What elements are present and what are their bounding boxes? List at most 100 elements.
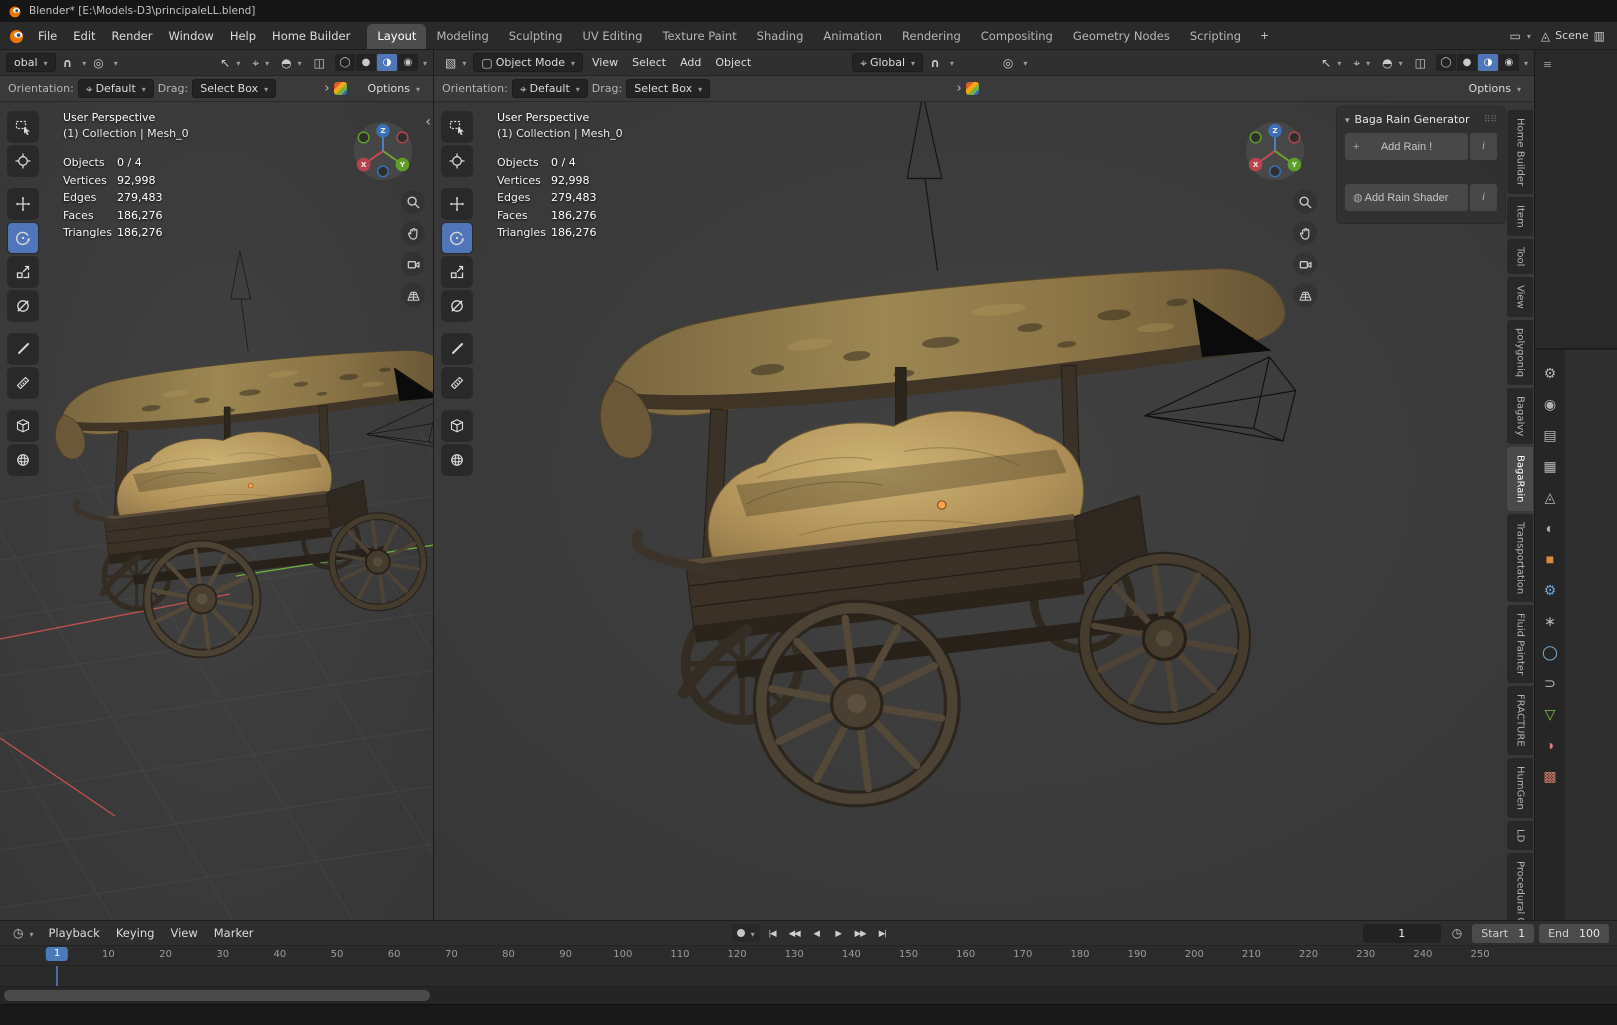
transport-button[interactable]: ▶▶ <box>850 924 871 942</box>
mode-dropdown[interactable]: Object Mode <box>473 53 584 72</box>
proportional-edit-toggle[interactable] <box>998 55 1018 71</box>
snap-dropdown-caret-icon[interactable] <box>947 56 954 69</box>
workspace-tab[interactable]: Animation <box>813 24 892 49</box>
sidebar-tab[interactable]: Item <box>1507 197 1533 236</box>
camera-view-button[interactable] <box>1293 252 1317 276</box>
workspace-tab[interactable]: Sculpting <box>499 24 573 49</box>
transport-button[interactable]: ▶ <box>828 924 849 942</box>
engon-cube-icon[interactable] <box>965 82 979 95</box>
drag-dropdown[interactable]: Select Box <box>626 79 711 98</box>
shading-mode-button[interactable]: ◑ <box>1477 54 1498 71</box>
sidebar-tab[interactable]: Fluid Painter <box>1507 605 1533 684</box>
sidebar-tab[interactable]: View <box>1507 277 1533 318</box>
navigation-gizmo[interactable]: Z X Y <box>1244 120 1306 182</box>
current-frame-field[interactable]: 1 <box>1362 923 1441 943</box>
sidebar-tab[interactable]: LD <box>1507 820 1533 850</box>
properties-tab[interactable]: ▦ <box>1537 453 1563 479</box>
playhead[interactable]: 1 <box>45 947 69 961</box>
tool-button[interactable] <box>442 368 472 398</box>
timeline-menu[interactable]: Playback <box>41 923 108 943</box>
drag-dropdown[interactable]: Select Box <box>192 79 277 98</box>
tool-button[interactable] <box>442 257 472 287</box>
transport-button[interactable]: ◀ <box>806 924 827 942</box>
options-button[interactable]: Options <box>363 80 425 97</box>
menubar-menu[interactable]: Edit <box>65 26 103 46</box>
end-frame-field[interactable]: End 100 <box>1539 923 1610 943</box>
pan-button[interactable] <box>1293 221 1317 245</box>
gizmos-dropdown[interactable] <box>1348 54 1375 71</box>
sidebar-tab[interactable]: Tool <box>1507 238 1533 275</box>
zoom-button[interactable] <box>1293 190 1317 214</box>
menubar-menu[interactable]: File <box>30 26 65 46</box>
proportional-edit-toggle[interactable] <box>88 55 108 71</box>
workspace-tab[interactable]: Rendering <box>892 24 971 49</box>
perspective-toggle-button[interactable] <box>1293 283 1317 307</box>
shading-dropdown-caret-icon[interactable] <box>1521 56 1528 69</box>
timeline-menu[interactable]: Marker <box>206 923 262 943</box>
tool-button[interactable] <box>442 411 472 441</box>
timeline-scrollbar[interactable] <box>4 990 430 1001</box>
tool-button[interactable] <box>8 291 38 321</box>
expand-chevron-icon[interactable] <box>324 81 329 96</box>
viewport-menu[interactable]: Select <box>625 54 673 71</box>
properties-tab[interactable]: ◉ <box>1537 391 1563 417</box>
operator-button[interactable]: + Add Rain ! <box>1345 133 1468 160</box>
options-button[interactable]: Options <box>1464 80 1526 97</box>
properties-tab[interactable]: ▩ <box>1537 763 1563 789</box>
workspace-tab[interactable]: UV Editing <box>572 24 652 49</box>
shading-mode-button[interactable]: ● <box>1456 54 1477 71</box>
info-button[interactable]: i <box>1470 184 1497 211</box>
workspace-tab[interactable]: Compositing <box>971 24 1063 49</box>
zoom-button[interactable] <box>401 190 425 214</box>
blender-logo[interactable] <box>8 27 25 44</box>
tool-button[interactable] <box>8 411 38 441</box>
workspace-tab[interactable]: Scripting <box>1180 24 1251 49</box>
tool-button[interactable] <box>8 223 38 253</box>
auto-keying-button[interactable] <box>731 924 760 942</box>
orientation-dropdown[interactable]: Default <box>77 79 154 98</box>
workspace-tab[interactable]: Texture Paint <box>652 24 746 49</box>
workspace-tab[interactable]: Geometry Nodes <box>1063 24 1180 49</box>
overlays-dropdown[interactable] <box>1377 54 1408 71</box>
properties-tab[interactable]: ⚙ <box>1537 577 1563 603</box>
scene-selector[interactable]: Scene <box>1555 29 1589 42</box>
shading-mode-button[interactable]: ◉ <box>1498 54 1519 71</box>
workspace-tab[interactable]: Shading <box>747 24 814 49</box>
transport-button[interactable]: |◀ <box>762 924 783 942</box>
transform-orientation-dropdown-clipped[interactable]: obal <box>6 53 56 72</box>
tool-button[interactable] <box>8 257 38 287</box>
snap-dropdown-caret-icon[interactable] <box>79 56 86 69</box>
expand-chevron-icon[interactable] <box>957 81 962 96</box>
tool-button[interactable] <box>442 146 472 176</box>
viewport-menu[interactable]: Object <box>708 54 758 71</box>
status-overlay-dropdown[interactable] <box>1505 27 1536 44</box>
timeline-menu[interactable]: Keying <box>108 923 163 943</box>
start-frame-field[interactable]: Start 1 <box>1472 923 1535 943</box>
orientation-dropdown[interactable]: Default <box>511 79 588 98</box>
timeline-scroll-track[interactable] <box>0 986 1617 1004</box>
timeline-track[interactable] <box>0 966 1617 986</box>
tool-button[interactable] <box>442 291 472 321</box>
shading-mode-button[interactable]: ● <box>355 54 376 71</box>
operator-button[interactable]: ◍ Add Rain Shader <box>1345 184 1468 211</box>
properties-tab[interactable]: ▽ <box>1537 701 1563 727</box>
timeline-menu[interactable]: View <box>162 923 205 943</box>
proportional-dropdown-caret-icon[interactable] <box>1020 56 1027 69</box>
menubar-menu[interactable]: Render <box>104 26 161 46</box>
tool-button[interactable] <box>442 445 472 475</box>
properties-tab[interactable]: ◬ <box>1537 484 1563 510</box>
xray-toggle[interactable] <box>1410 55 1431 71</box>
shading-dropdown-caret-icon[interactable] <box>420 56 427 69</box>
tool-button[interactable] <box>442 334 472 364</box>
tool-button[interactable] <box>8 112 38 142</box>
sidebar-tab[interactable]: FRACTURE <box>1507 686 1533 755</box>
preview-range-button[interactable] <box>1447 925 1467 941</box>
outliner-filter-icon[interactable] <box>1543 58 1552 71</box>
timeline-editor-button[interactable] <box>8 925 39 942</box>
properties-tab[interactable]: ◐ <box>1537 515 1563 541</box>
sidebar-tab[interactable]: polygoniq <box>1507 320 1533 386</box>
tool-button[interactable] <box>8 334 38 364</box>
timeline-ruler[interactable]: 1 11020304050607080901001101201301401501… <box>0 946 1617 966</box>
properties-tab[interactable]: ◯ <box>1537 639 1563 665</box>
viewport-menu[interactable]: View <box>585 54 625 71</box>
